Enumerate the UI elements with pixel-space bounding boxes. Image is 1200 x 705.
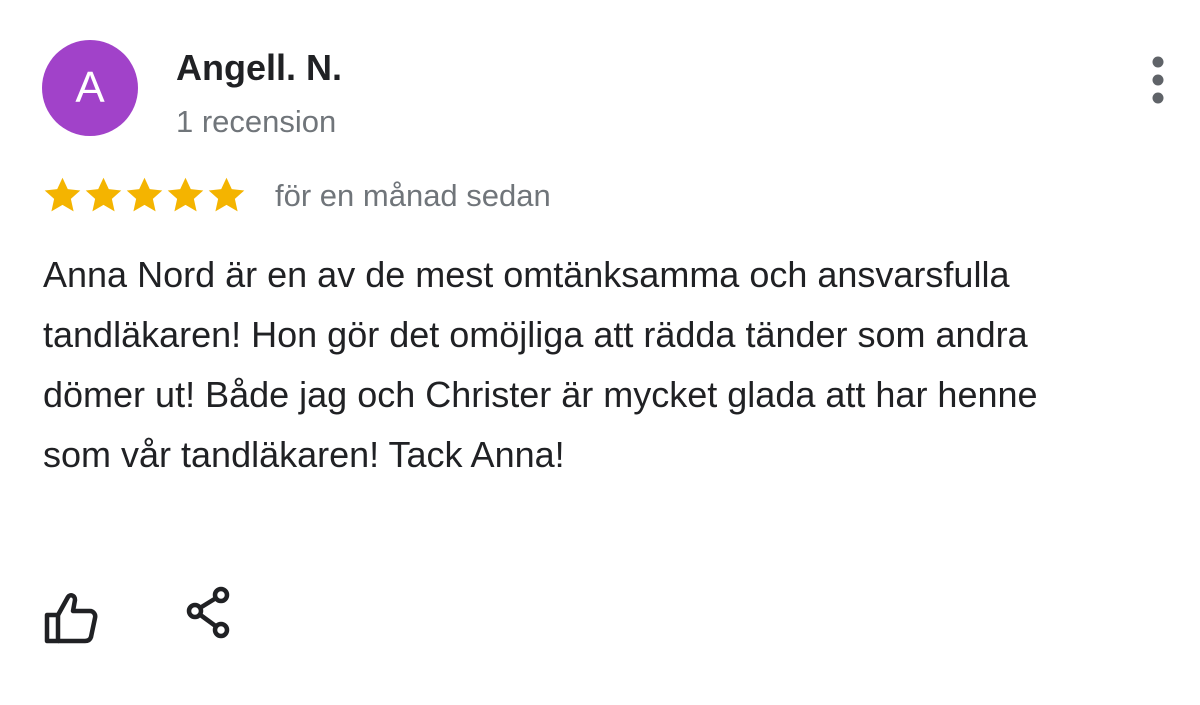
star-icon bbox=[208, 177, 245, 211]
avatar[interactable]: A bbox=[42, 40, 138, 136]
star-icon bbox=[126, 177, 163, 211]
author-name[interactable]: Angell. N. bbox=[176, 48, 342, 88]
review-time: för en månad sedan bbox=[275, 178, 551, 213]
thumb-up-icon bbox=[44, 593, 98, 644]
star-rating bbox=[42, 173, 247, 217]
more-options-button[interactable] bbox=[1138, 52, 1178, 108]
avatar-initial: A bbox=[75, 63, 105, 112]
more-vert-icon bbox=[1152, 56, 1164, 104]
share-button[interactable] bbox=[180, 585, 236, 641]
like-button[interactable] bbox=[43, 590, 99, 646]
share-icon bbox=[186, 586, 230, 639]
star-icon bbox=[44, 177, 81, 211]
author-review-count: 1 recension bbox=[176, 104, 337, 139]
star-icon bbox=[167, 177, 204, 211]
review-text: Anna Nord är en av de mest omtänksamma o… bbox=[43, 254, 1038, 475]
review-card: A Angell. N. 1 recension för en månad se… bbox=[0, 0, 1200, 705]
star-icon bbox=[85, 177, 122, 211]
